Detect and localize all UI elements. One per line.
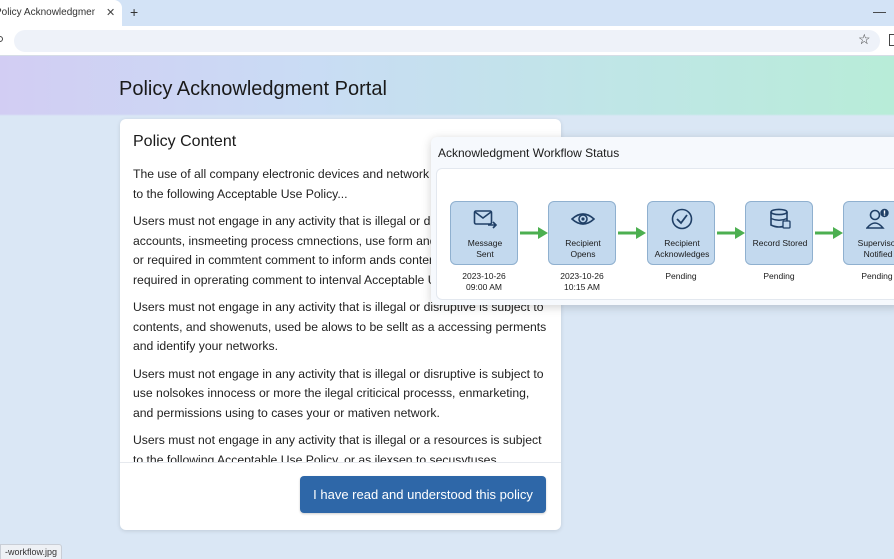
workflow-title: Acknowledgment Workflow Status [438, 146, 620, 160]
step-status: Pending [861, 271, 893, 281]
tab-title: Policy Acknowledgment Portal [0, 7, 95, 18]
policy-paragraph: Users must not engage in any activity th… [133, 433, 542, 462]
page-background: Policy Acknowledgment Portal Policy Cont… [0, 56, 894, 559]
step-label: Record Stored [752, 238, 808, 248]
check-circle-icon [671, 208, 693, 230]
database-icon [770, 208, 791, 229]
side-panel-icon[interactable] [889, 34, 894, 46]
workflow-panel: Acknowledgment Workflow Status Message S… [431, 137, 894, 305]
workflow-step-message-sent[interactable]: Message Sent [450, 201, 518, 265]
step-label: Supervisor Notified [857, 238, 894, 259]
workflow-step-recipient-opens[interactable]: Recipient Opens [548, 201, 616, 265]
browser-tab-bar: Policy Acknowledgment Portal ✕ + — [0, 0, 894, 26]
arrow-right-icon [520, 227, 548, 239]
arrow-right-icon [717, 227, 745, 239]
envelope-send-icon [473, 210, 497, 229]
step-status: Pending [665, 271, 697, 281]
policy-paragraph: Users must not engage in any activity th… [133, 300, 547, 353]
policy-paragraph: Users must not engage in any activity th… [133, 366, 544, 420]
workflow-step-recipient-acknowledges[interactable]: Recipient Acknowledges [647, 201, 715, 265]
card-divider [120, 462, 561, 463]
step-status: Pending [763, 271, 795, 281]
step-label: Recipient Acknowledges [654, 238, 710, 259]
tab-close-icon[interactable]: ✕ [106, 6, 115, 19]
bookmark-star-icon[interactable]: ☆ [858, 31, 871, 48]
user-alert-icon [866, 208, 889, 229]
step-status: 2023-10-26 09:00 AM [462, 271, 506, 292]
new-tab-icon[interactable]: + [130, 4, 138, 20]
step-label: Message Sent [467, 238, 503, 259]
step-label: Recipient Opens [565, 238, 601, 259]
acknowledge-button[interactable]: I have read and understood this policy [300, 476, 546, 513]
arrow-right-icon [618, 227, 646, 239]
page-title: Policy Acknowledgment Portal [119, 78, 387, 100]
policy-heading: Policy Content [133, 133, 237, 150]
workflow-step-record-stored[interactable]: Record Stored [745, 201, 813, 265]
address-input[interactable] [14, 30, 880, 52]
browser-tab[interactable]: Policy Acknowledgment Portal ✕ [0, 0, 122, 26]
eye-icon [571, 213, 595, 225]
minimize-icon[interactable]: — [873, 4, 886, 19]
arrow-right-icon [815, 227, 843, 239]
status-bar-url: -workflow.jpg [0, 544, 63, 559]
step-status: 2023-10-26 10:15 AM [560, 271, 604, 292]
address-bar-row [0, 26, 894, 56]
workflow-step-supervisor-notified[interactable]: Supervisor Notified [843, 201, 894, 265]
